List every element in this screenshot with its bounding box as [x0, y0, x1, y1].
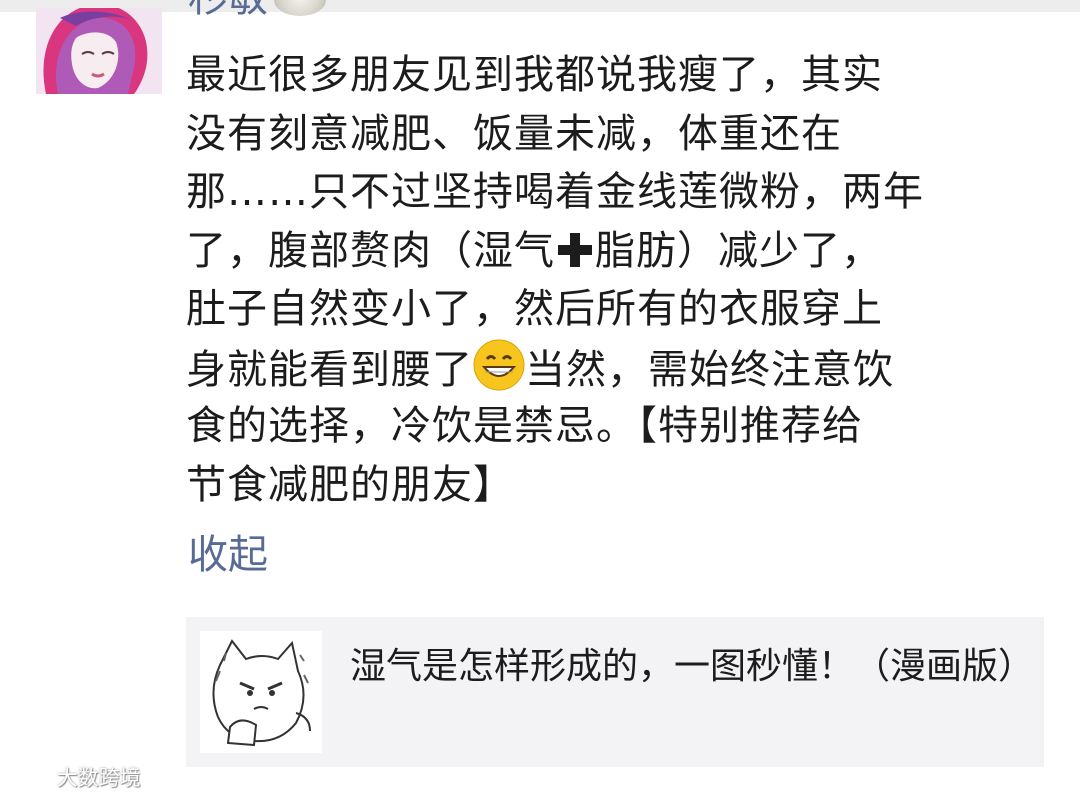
post-line: 了，腹部赘肉（湿气 脂肪）减少了， — [186, 222, 1036, 281]
post-line: 食的选择，冷饮是禁忌。【特别推荐给 — [186, 403, 863, 449]
link-card[interactable]: 湿气是怎样形成的，一图秒懂！（漫画版） — [186, 617, 1044, 767]
post-line-part: 了，腹部赘肉（湿气 — [186, 227, 555, 274]
cartoon-thumbnail-icon — [200, 631, 322, 753]
post-line-part: 身就能看到腰了 — [186, 346, 473, 393]
post-line: 那……只不过坚持喝着金线莲微粉，两年 — [186, 169, 924, 215]
post-line-part: 当然，需始终注意饮 — [525, 346, 894, 393]
post-line-part: 脂肪）减少了， — [595, 227, 882, 274]
post-line: 没有刻意减肥、饭量未减，体重还在 — [186, 110, 842, 157]
post-text: 最近很多朋友见到我都说我瘦了，其实 没有刻意减肥、饭量未减，体重还在 那……只不… — [186, 46, 1036, 514]
link-title[interactable]: 湿气是怎样形成的，一图秒懂！（漫画版） — [350, 641, 1034, 693]
watermark: 大数跨境 — [6, 762, 141, 792]
avatar[interactable] — [36, 8, 162, 94]
watermark-text: 大数跨境 — [56, 766, 141, 790]
post-line: 节食减肥的朋友】 — [186, 461, 514, 508]
username-text[interactable]: 杉敏 — [188, 0, 268, 21]
collapse-link[interactable]: 收起 — [188, 530, 268, 580]
bowl-emoji-icon — [274, 0, 326, 16]
plus-icon — [558, 232, 592, 267]
watermark-logo-icon — [8, 767, 49, 789]
link-thumbnail — [200, 631, 322, 753]
top-bar — [0, 0, 1080, 12]
post-line: 肚子自然变小了，然后所有的衣服穿上 — [186, 286, 883, 332]
post-line: 身就能看到腰了 当然，需始终注意饮 — [186, 339, 1036, 398]
post-line: 最近很多朋友见到我都说我瘦了，其实 — [186, 52, 883, 98]
avatar-icon — [36, 8, 162, 94]
username[interactable]: 杉敏 — [188, 0, 326, 18]
grin-emoji-icon — [473, 339, 525, 390]
